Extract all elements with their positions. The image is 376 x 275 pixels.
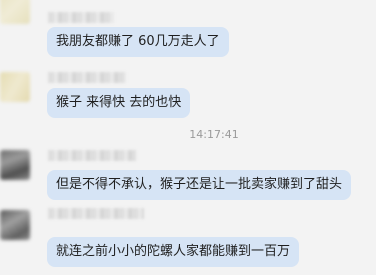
message-bubble[interactable]: 就连之前小小的陀螺人家都能赚到一百万: [47, 237, 300, 267]
message-bubble[interactable]: 但是不得不承认，猴子还是让一批卖家赚到了甜头: [47, 170, 352, 200]
avatar[interactable]: [0, 150, 30, 180]
sender-name-blurred: [48, 12, 114, 23]
chat-window: 我朋友都赚了 60几万走人了 猴子 来得快 去的也快 14:17:41 但是不得…: [0, 0, 376, 275]
sender-name-blurred: [48, 72, 126, 83]
avatar[interactable]: [0, 72, 30, 102]
sender-name-blurred: [48, 208, 144, 219]
avatar[interactable]: [0, 0, 30, 24]
sender-name-blurred: [48, 150, 136, 161]
avatar[interactable]: [0, 210, 30, 240]
message-timestamp: 14:17:41: [189, 128, 239, 141]
message-bubble[interactable]: 猴子 来得快 去的也快: [47, 88, 191, 118]
message-bubble[interactable]: 我朋友都赚了 60几万走人了: [47, 27, 229, 57]
